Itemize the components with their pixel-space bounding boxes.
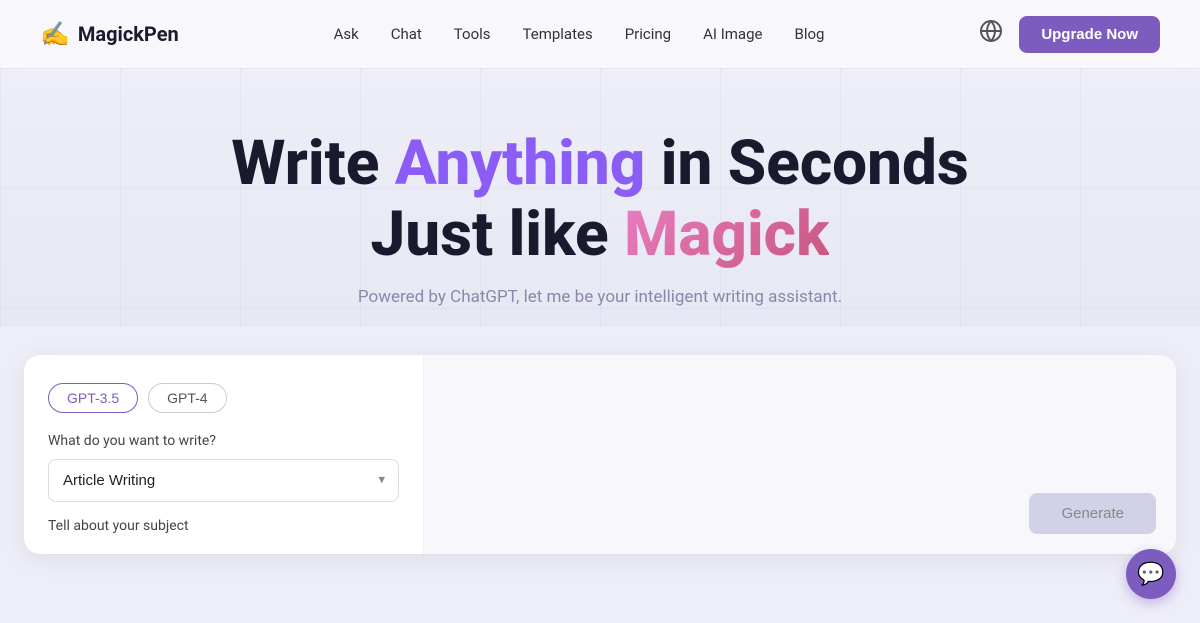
- gpt-4-tab[interactable]: GPT-4: [148, 383, 226, 413]
- hero-title-part1: Write: [231, 127, 395, 200]
- language-icon[interactable]: [979, 19, 1003, 49]
- generate-button[interactable]: Generate: [1029, 493, 1156, 534]
- nav-chat[interactable]: Chat: [391, 25, 422, 43]
- nav-links: Ask Chat Tools Templates Pricing AI Imag…: [334, 25, 825, 43]
- chat-bubble-icon: 💬: [1137, 562, 1164, 587]
- hero-title-anything: Anything: [395, 127, 645, 200]
- nav-ai-image[interactable]: AI Image: [703, 25, 762, 43]
- output-panel: Generate: [424, 355, 1176, 554]
- logo-text: MagickPen: [78, 22, 179, 46]
- gpt-35-tab[interactable]: GPT-3.5: [48, 383, 138, 413]
- nav-pricing[interactable]: Pricing: [625, 25, 671, 43]
- nav-tools[interactable]: Tools: [454, 25, 491, 43]
- navbar: ✍️ MagickPen Ask Chat Tools Templates Pr…: [0, 0, 1200, 68]
- gpt-tab-group: GPT-3.5 GPT-4: [48, 383, 399, 413]
- hero-title: Write Anything in Seconds Just like Magi…: [0, 128, 1200, 271]
- nav-right: Upgrade Now: [979, 16, 1160, 53]
- subject-label: Tell about your subject: [48, 518, 399, 534]
- hero-title-part2: in Seconds: [645, 127, 968, 200]
- write-type-dropdown[interactable]: Article Writing Blog Post Essay Product …: [48, 459, 399, 502]
- hero-title-just-like: Just like: [371, 198, 625, 271]
- chat-bubble-button[interactable]: 💬: [1126, 549, 1176, 599]
- logo-icon: ✍️: [40, 20, 70, 48]
- write-type-dropdown-wrapper: Article Writing Blog Post Essay Product …: [48, 459, 399, 502]
- form-panel: GPT-3.5 GPT-4 What do you want to write?…: [24, 355, 424, 554]
- nav-blog[interactable]: Blog: [794, 25, 824, 43]
- nav-ask[interactable]: Ask: [334, 25, 359, 43]
- upgrade-button[interactable]: Upgrade Now: [1019, 16, 1160, 53]
- hero-subtitle: Powered by ChatGPT, let me be your intel…: [0, 287, 1200, 307]
- logo[interactable]: ✍️ MagickPen: [40, 20, 179, 48]
- hero-section: Write Anything in Seconds Just like Magi…: [0, 68, 1200, 327]
- hero-title-magick: Magick: [624, 198, 829, 271]
- nav-templates[interactable]: Templates: [523, 25, 593, 43]
- write-label: What do you want to write?: [48, 433, 399, 449]
- main-card: GPT-3.5 GPT-4 What do you want to write?…: [24, 355, 1176, 554]
